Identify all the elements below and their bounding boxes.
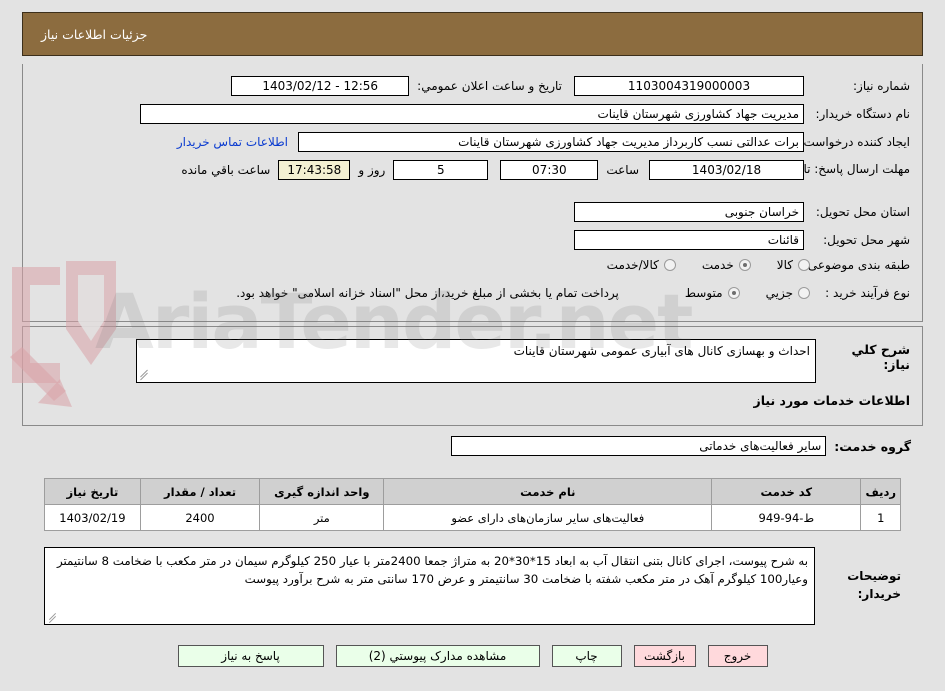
row-process: نوع فرآیند خرید : جزیي متوسط پرداخت تمام… (236, 286, 910, 300)
cell-qty: 2400 (139, 504, 261, 531)
row-creator: ایجاد کننده درخواست: برات عدالتی نسب کار… (177, 132, 910, 152)
cell-code: ط-94-949 (711, 504, 862, 531)
row-province: استان محل تحویل: خراسان جنوبی (574, 202, 910, 222)
need-number-value: 1103004319000003 (574, 76, 804, 96)
buyer-contact-link[interactable]: اطلاعات تماس خریدار (177, 135, 288, 149)
cell-index: 1 (860, 504, 901, 531)
countdown-timer: 17:43:58 (278, 160, 351, 180)
row-deadline: مهلت ارسال پاسخ: تا تاریخ: 1403/02/18 سا… (181, 160, 910, 180)
process-label: نوع فرآیند خرید : (825, 286, 910, 300)
services-heading: اطلاعات خدمات مورد نیاز (753, 393, 911, 408)
radio-process-jozei[interactable]: جزیي (766, 286, 810, 300)
buyer-description-block: توضیحات خریدار: به شرح پیوست، اجرای کانا… (44, 547, 901, 627)
col-unit: واحد اندازه گیری (259, 478, 385, 505)
radio-category-kala[interactable]: کالا (777, 258, 810, 272)
creator-value: برات عدالتی نسب کاربرداز مدیریت جهاد کشا… (298, 132, 804, 152)
buyer-value: مدیریت جهاد کشاورزی شهرستان قاینات (140, 104, 804, 124)
radio-category-kala-khedmat[interactable]: کالا/خدمت (607, 258, 676, 272)
buyer-description-textarea[interactable]: به شرح پیوست، اجرای کانال بتنی انتقال آب… (44, 547, 815, 625)
print-button[interactable]: چاپ (551, 645, 622, 667)
radio-category-khedmat[interactable]: خدمت (702, 258, 751, 272)
services-table: ردیف کد خدمت نام خدمت واحد اندازه گیری ت… (44, 478, 901, 531)
row-category: طبقه بندی موضوعی: کالا خدمت کالا/خدمت (581, 258, 910, 272)
city-label: شهر محل تحویل: (823, 233, 910, 247)
remaining-days-label: روز و (358, 163, 386, 177)
row-need-number: شماره نیاز: 1103004319000003 (574, 76, 910, 96)
col-code: کد خدمت (711, 478, 862, 505)
col-date: تاریخ نیاز (44, 478, 141, 505)
row-city: شهر محل تحویل: قائنات (574, 230, 910, 250)
radio-input-motavaset[interactable] (727, 287, 740, 299)
radio-label-kala: کالا (776, 258, 793, 272)
province-value: خراسان جنوبی (574, 202, 804, 222)
back-button[interactable]: بازگشت (633, 645, 696, 667)
city-value: قائنات (574, 230, 804, 250)
deadline-date-value: 1403/02/18 (649, 160, 804, 180)
respond-to-need-button[interactable]: پاسخ به نیاز (177, 645, 324, 667)
need-info-panel: شماره نیاز: 1103004319000003 تاریخ و ساع… (22, 64, 923, 322)
radio-input-khedmat[interactable] (738, 259, 751, 271)
action-button-bar: خروج بازگشت چاپ مشاهده مدارک پیوستي (2) … (0, 645, 945, 667)
category-label: طبقه بندی موضوعی: (803, 258, 910, 272)
province-label: استان محل تحویل: (815, 205, 910, 219)
deadline-time-label: ساعت (606, 163, 639, 177)
radio-label-kala-khedmat: کالا/خدمت (606, 258, 659, 272)
exit-button[interactable]: خروج (707, 645, 768, 667)
announce-value: 12:56 - 1403/02/12 (231, 76, 410, 96)
resize-grip-icon[interactable] (48, 612, 57, 624)
buyer-description-text: به شرح پیوست، اجرای کانال بتنی انتقال آب… (56, 554, 808, 587)
creator-label: ایجاد کننده درخواست: (799, 135, 910, 149)
treasury-note: پرداخت تمام یا بخشی از مبلغ خرید،از محل … (236, 286, 619, 300)
row-service-group: گروه خدمت: سایر فعالیت‌های خدماتی (451, 436, 911, 456)
radio-label-motavaset: متوسط (684, 286, 723, 300)
need-desc-label: شرح کلي نیاز: (851, 342, 910, 372)
row-buyer: نام دستگاه خریدار: مدیریت جهاد کشاورزی ش… (140, 104, 910, 124)
col-name: نام خدمت (383, 478, 713, 505)
view-attachments-button[interactable]: مشاهده مدارک پیوستي (2) (335, 645, 540, 667)
buyer-label: نام دستگاه خریدار: (815, 107, 911, 121)
need-desc-value: احداث و بهسازی کانال های آبیاری عمومی شه… (513, 344, 810, 358)
remaining-days-value: 5 (393, 160, 489, 180)
radio-input-kala[interactable] (798, 259, 810, 271)
buyer-description-label: توضیحات خریدار: (847, 569, 901, 601)
need-number-label: شماره نیاز: (853, 79, 910, 93)
radio-input-kala-khedmat[interactable] (663, 259, 676, 271)
row-need-desc: شرح کلي نیاز: احداث و بهسازی کانال های آ… (136, 339, 910, 383)
col-index: ردیف (860, 478, 901, 505)
need-desc-textarea[interactable]: احداث و بهسازی کانال های آبیاری عمومی شه… (136, 339, 816, 383)
service-group-value: سایر فعالیت‌های خدماتی (451, 436, 827, 456)
service-group-label: گروه خدمت: (834, 438, 911, 454)
page-root: AriaTender.net جزئیات اطلاعات نیاز شماره… (0, 0, 945, 691)
countdown-label: ساعت باقي مانده (181, 163, 271, 177)
cell-unit: متر (259, 504, 385, 531)
page-title: جزئیات اطلاعات نیاز (41, 26, 148, 42)
announce-label: تاریخ و ساعت اعلان عمومي: (417, 79, 562, 93)
radio-label-khedmat: خدمت (701, 258, 734, 272)
overview-panel: شرح کلي نیاز: احداث و بهسازی کانال های آ… (22, 326, 923, 426)
table-header-row: ردیف کد خدمت نام خدمت واحد اندازه گیری ت… (44, 478, 901, 505)
radio-process-motavaset[interactable]: متوسط (685, 286, 740, 300)
radio-label-jozei: جزیي (765, 286, 793, 300)
deadline-label: مهلت ارسال پاسخ: تا تاریخ: (771, 162, 910, 176)
radio-input-jozei[interactable] (798, 287, 810, 299)
resize-grip-icon[interactable] (139, 369, 149, 381)
deadline-time-value: 07:30 (500, 160, 599, 180)
cell-date: 1403/02/19 (44, 504, 141, 531)
table-row[interactable]: 1 ط-94-949 فعالیت‌های سایر سازمان‌های دا… (44, 504, 901, 531)
row-announce: تاریخ و ساعت اعلان عمومي: 12:56 - 1403/0… (231, 76, 562, 96)
col-qty: تعداد / مقدار (139, 478, 261, 505)
cell-name: فعالیت‌های سایر سازمان‌های دارای عضو (383, 504, 713, 531)
window-titlebar: جزئیات اطلاعات نیاز (22, 12, 923, 56)
